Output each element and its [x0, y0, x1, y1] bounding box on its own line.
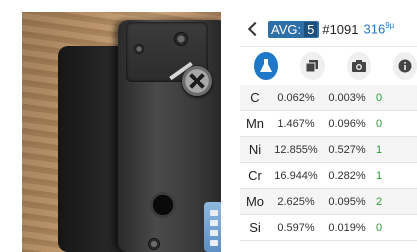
table-row[interactable]: Ni 12.855% 0.527% 1: [240, 136, 417, 163]
element-percent: 0.062%: [270, 85, 322, 111]
result-value-suffix: 9µ: [385, 21, 395, 31]
thumb-screw-icon: [182, 66, 212, 96]
avg-count: 5: [304, 21, 318, 37]
element-symbol: Mo: [240, 188, 270, 215]
avg-label: AVG:: [271, 21, 302, 37]
tab-bar: [240, 47, 417, 85]
tab-camera[interactable]: [346, 52, 371, 80]
device-port: [150, 192, 176, 218]
tab-chemistry[interactable]: [254, 52, 279, 80]
tab-info[interactable]: [392, 52, 417, 80]
info-icon: [398, 59, 412, 73]
element-extra: 0: [372, 85, 417, 111]
element-percent: 1.467%: [270, 110, 322, 137]
result-value: 3169µ: [364, 21, 395, 36]
element-error: 0.019%: [322, 214, 372, 241]
element-error: 0.003%: [322, 85, 372, 111]
test-number: #1091: [322, 21, 359, 37]
element-extra: 2: [372, 188, 417, 215]
results-screen: AVG: 5 #1091 3169µ C 0.062% 0.003% 0 Mn …: [240, 12, 417, 252]
element-percent: 2.625%: [270, 188, 322, 215]
element-symbol: Cr: [240, 162, 270, 189]
copy-icon: [305, 60, 319, 73]
table-row[interactable]: Si 0.597% 0.019% 0: [240, 214, 417, 241]
flask-icon: [260, 59, 273, 72]
table-row[interactable]: C 0.062% 0.003% 0: [240, 85, 417, 111]
element-symbol: Si: [240, 214, 270, 241]
element-error: 0.282%: [322, 162, 372, 189]
element-extra: 0: [372, 110, 417, 137]
screw-icon: [134, 44, 144, 54]
element-extra: 0: [372, 214, 417, 241]
element-symbol: C: [240, 85, 270, 111]
screw-icon: [174, 32, 188, 46]
table-row[interactable]: Cr 16.944% 0.282% 1: [240, 162, 417, 189]
screw-icon: [148, 238, 160, 250]
header: AVG: 5 #1091 3169µ: [240, 12, 417, 47]
camera-icon: [351, 60, 366, 72]
result-value-number: 316: [363, 21, 386, 37]
table-row[interactable]: Mo 2.625% 0.095% 2: [240, 188, 417, 215]
element-percent: 0.597%: [270, 214, 322, 241]
element-symbol: Ni: [240, 136, 270, 163]
back-arrow-icon[interactable]: [248, 22, 260, 36]
element-percent: 16.944%: [270, 162, 322, 189]
element-error: 0.095%: [322, 188, 372, 215]
element-extra: 1: [372, 162, 417, 189]
avg-badge[interactable]: AVG: 5: [268, 20, 320, 38]
element-extra: 1: [372, 136, 417, 163]
element-symbol: Mn: [240, 110, 270, 137]
element-percent: 12.855%: [270, 136, 322, 163]
device-photo: [22, 12, 221, 252]
element-error: 0.096%: [322, 110, 372, 137]
element-error: 0.527%: [322, 136, 372, 163]
blue-keypad: [204, 202, 221, 252]
tab-copy[interactable]: [300, 52, 325, 80]
results-table: C 0.062% 0.003% 0 Mn 1.467% 0.096% 0 Ni 12.855% 0.…: [240, 85, 417, 241]
table-row[interactable]: Mn 1.467% 0.096% 0: [240, 110, 417, 137]
